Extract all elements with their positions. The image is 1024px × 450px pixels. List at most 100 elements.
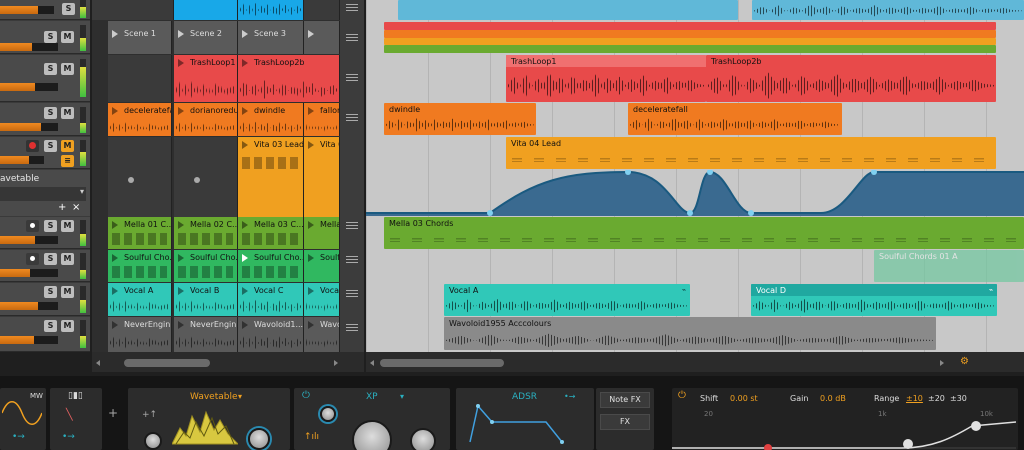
keyboard-modulator[interactable]: ▯▮▯ ╲ •→ <box>50 388 102 450</box>
cue-marker-lane[interactable] <box>384 30 996 38</box>
clip[interactable]: Soulful C <box>304 250 340 282</box>
clip-slot[interactable] <box>304 0 340 20</box>
record-arm-button[interactable] <box>26 140 39 152</box>
solo-button[interactable]: S <box>44 220 57 232</box>
mute-button[interactable]: M <box>61 320 74 332</box>
volume-fader[interactable] <box>0 6 54 14</box>
arranger-clip[interactable]: Soulful Chords 01 A <box>874 250 1024 282</box>
scene-3[interactable]: Scene 3 <box>238 21 304 54</box>
menu-icon[interactable] <box>346 256 358 264</box>
shape-knob[interactable] <box>320 406 336 422</box>
shift-value[interactable]: 0.00 st <box>730 394 758 403</box>
add-icon[interactable]: + <box>58 202 66 213</box>
scene-1[interactable]: Scene 1 <box>108 21 172 54</box>
chevron-down-icon[interactable]: ▾ <box>238 392 242 401</box>
mute-button[interactable]: M <box>61 286 74 298</box>
scroll-right-icon[interactable] <box>940 360 944 366</box>
clip[interactable]: Soulful Cho... <box>174 250 238 282</box>
arranger-clip[interactable]: Vita 04 Lead <box>506 137 996 169</box>
mute-button[interactable]: M <box>61 220 74 232</box>
menu-icon[interactable] <box>346 324 358 332</box>
volume-fader[interactable] <box>0 236 58 244</box>
mute-button[interactable]: M <box>61 31 74 43</box>
solo-button[interactable]: S <box>44 320 57 332</box>
band-handle[interactable] <box>971 421 981 431</box>
wavetable-device[interactable]: Wavetable ▾ +↑ <box>128 388 290 450</box>
clip[interactable]: fallon <box>304 103 340 136</box>
cue-marker-lane[interactable] <box>384 38 996 45</box>
clip[interactable]: Mella 0 <box>304 217 340 249</box>
automation-curve[interactable] <box>366 170 1024 216</box>
clip-slot[interactable] <box>108 55 172 102</box>
solo-button[interactable]: S <box>44 286 57 298</box>
clip[interactable]: Mella 03 C... <box>238 217 304 249</box>
close-icon[interactable]: × <box>72 202 80 213</box>
frequency-curve[interactable] <box>672 418 1016 450</box>
wavetable-display[interactable] <box>172 408 238 446</box>
parameter-dropdown[interactable] <box>0 187 86 201</box>
scroll-left-icon[interactable] <box>96 360 100 366</box>
pitch-shift-device[interactable]: ⏻ Shift 0.00 st Gain 0.0 dB Range ±10 ±2… <box>672 388 1018 450</box>
clip[interactable]: dorianoredu... <box>174 103 238 136</box>
note-fx-button[interactable]: Note FX <box>600 392 650 408</box>
arranger-clip[interactable] <box>752 0 1024 20</box>
chevron-down-icon[interactable]: ▾ <box>80 187 84 196</box>
position-knob[interactable] <box>144 432 162 450</box>
record-arm-button[interactable] <box>26 220 39 232</box>
clip[interactable]: Vocal A <box>108 283 172 316</box>
arranger-clip[interactable]: Vocal A ⌁ <box>444 284 690 316</box>
menu-icon[interactable] <box>346 222 358 230</box>
automation-point[interactable] <box>487 210 493 216</box>
record-arm-button[interactable] <box>26 253 39 265</box>
clip[interactable]: Vita 03 Lead <box>238 137 304 217</box>
follow-playhead-icon[interactable]: ⚙ <box>960 356 969 367</box>
modulation-arrow-icon[interactable]: •→ <box>564 392 575 401</box>
add-modulator-icon[interactable]: + <box>108 406 118 420</box>
clip-slot[interactable] <box>238 0 304 20</box>
cue-marker-lane[interactable] <box>384 22 996 30</box>
solo-button[interactable]: S <box>44 107 57 119</box>
clip[interactable]: Mella 01 C... <box>108 217 172 249</box>
clip[interactable]: deceleratefall <box>108 103 172 136</box>
clip[interactable]: Wavolo <box>304 317 340 352</box>
clip[interactable]: TrashLoop1 <box>174 55 238 102</box>
oscillator-device[interactable]: ⏻ XP ▾ ↑ılı <box>294 388 450 450</box>
solo-button[interactable]: S <box>44 63 57 75</box>
range-option[interactable]: ±30 <box>950 394 967 403</box>
clip[interactable]: NeverEngin... <box>174 317 238 352</box>
instrument-menu-icon[interactable]: ≡ <box>61 155 74 167</box>
mute-button[interactable]: M <box>61 140 74 152</box>
menu-icon[interactable] <box>346 290 358 298</box>
scroll-thumb[interactable] <box>124 359 210 367</box>
scroll-left-icon[interactable] <box>370 360 374 366</box>
fx-button[interactable]: FX <box>600 414 650 430</box>
volume-fader[interactable] <box>0 43 58 51</box>
menu-icon[interactable] <box>346 4 358 12</box>
clip[interactable]: TrashLoop2b <box>238 55 340 102</box>
scene-2[interactable]: Scene 2 <box>174 21 238 54</box>
envelope-display[interactable] <box>466 402 586 444</box>
volume-fader[interactable] <box>0 302 58 310</box>
mute-button[interactable]: M <box>61 63 74 75</box>
arranger-clip[interactable]: TrashLoop1 <box>506 55 706 102</box>
adsr-envelope[interactable]: ADSR •→ <box>456 388 594 450</box>
modulation-arrow-icon[interactable]: •→ <box>62 432 75 442</box>
volume-fader[interactable] <box>0 336 58 344</box>
power-icon[interactable]: ⏻ <box>302 390 310 401</box>
solo-button[interactable]: S <box>62 3 75 15</box>
range-option[interactable]: ±20 <box>928 394 945 403</box>
clip[interactable]: Soulful Cho... <box>238 250 304 282</box>
lfo-modulator[interactable]: MW •→ <box>0 388 46 450</box>
clip-slot[interactable] <box>174 137 238 217</box>
volume-fader[interactable] <box>0 123 58 131</box>
volume-fader[interactable] <box>0 269 58 277</box>
volume-fader[interactable] <box>0 156 44 164</box>
arranger-clip[interactable]: Vocal D ⌁ <box>751 284 997 316</box>
clip[interactable]: Mella 02 C... <box>174 217 238 249</box>
volume-fader[interactable] <box>0 83 58 91</box>
launcher-scrollbar[interactable] <box>92 352 364 372</box>
solo-button[interactable]: S <box>44 31 57 43</box>
arranger-clip[interactable]: Mella 03 Chords <box>384 217 1024 249</box>
automation-point[interactable] <box>687 210 693 216</box>
arranger-scrollbar[interactable]: ⚙ <box>366 352 1024 372</box>
